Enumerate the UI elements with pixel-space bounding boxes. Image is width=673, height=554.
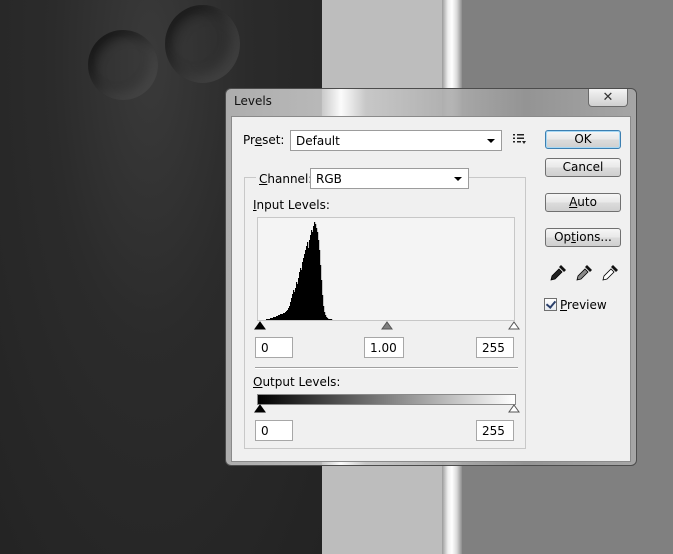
input-black-slider[interactable] (254, 321, 266, 331)
input-white-slider[interactable] (508, 321, 520, 331)
white-point-eyedropper-icon[interactable] (601, 264, 619, 282)
preset-label: Preset: (243, 133, 285, 147)
separator (255, 367, 518, 369)
histogram-chart (266, 222, 333, 320)
channel-label: Channel: (256, 172, 316, 186)
preset-options-icon[interactable] (513, 133, 527, 145)
ok-button[interactable]: OK (545, 130, 621, 149)
crater-shape (165, 5, 240, 83)
preset-dropdown[interactable]: Default (290, 130, 502, 151)
options-button[interactable]: Options... (545, 228, 621, 247)
output-gradient-bar (257, 394, 516, 405)
input-levels-label: Input Levels: (253, 198, 330, 212)
preview-checkbox[interactable] (544, 298, 557, 311)
cancel-button[interactable]: Cancel (545, 158, 621, 177)
output-white-slider[interactable] (508, 404, 520, 414)
preview-label: Preview (560, 298, 607, 312)
title-bar[interactable]: Levels ✕ (226, 89, 636, 113)
output-levels-label: Output Levels: (253, 375, 341, 389)
input-black-field[interactable]: 0 (255, 337, 293, 358)
crater-shape (88, 30, 158, 100)
output-white-field[interactable]: 255 (476, 420, 514, 441)
output-black-slider[interactable] (254, 404, 266, 414)
preset-value: Default (296, 134, 340, 148)
dialog-title: Levels (234, 94, 272, 108)
black-point-eyedropper-icon[interactable] (549, 264, 567, 282)
output-black-field[interactable]: 0 (255, 420, 293, 441)
channel-dropdown[interactable]: RGB (310, 168, 469, 189)
histogram-bar (331, 319, 333, 320)
close-icon: ✕ (602, 90, 614, 105)
chevron-down-icon (454, 177, 462, 181)
gray-point-eyedropper-icon[interactable] (575, 264, 593, 282)
input-white-field[interactable]: 255 (476, 337, 514, 358)
histogram (257, 217, 515, 321)
auto-button[interactable]: Auto (545, 193, 621, 212)
input-gamma-field[interactable]: 1.00 (364, 337, 404, 358)
chevron-down-icon (487, 139, 495, 143)
input-gamma-slider[interactable] (381, 321, 393, 331)
close-button[interactable]: ✕ (588, 89, 628, 107)
channel-value: RGB (316, 172, 342, 186)
dialog-client-area: Preset: Default Channel: RGB Input Level… (231, 116, 631, 462)
levels-dialog: Levels ✕ Preset: Default Channel: RGB In… (225, 88, 637, 466)
